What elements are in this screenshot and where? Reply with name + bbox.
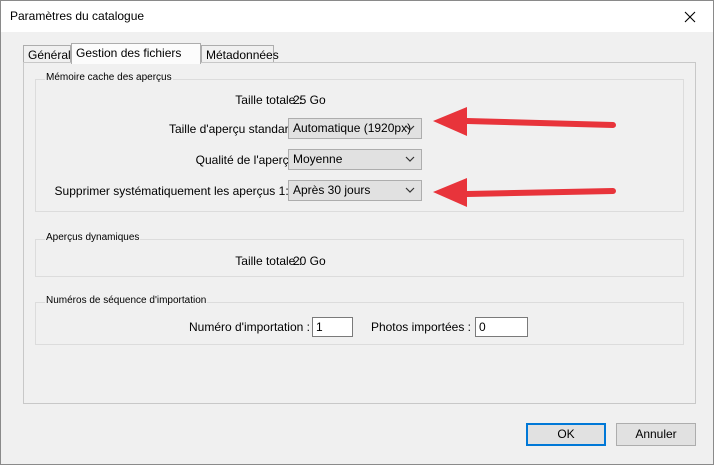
preview-quality-dropdown[interactable]: Moyenne (288, 149, 422, 170)
tab-metadata[interactable]: Métadonnées (201, 45, 279, 63)
preview-cache-legend: Mémoire cache des aperçus (45, 72, 173, 83)
annotation-arrow-icon (433, 107, 616, 136)
ok-button[interactable]: OK (526, 423, 606, 446)
window-title: Paramètres du catalogue (10, 9, 145, 23)
cancel-button[interactable]: Annuler (616, 423, 696, 446)
smart-previews-group: Aperçus dynamiques Taille totale : 20 Go (35, 232, 684, 277)
chevron-down-icon (405, 187, 415, 193)
standard-preview-size-value: Automatique (1920px) (293, 121, 412, 135)
standard-preview-size-label: Taille d'aperçu standard : (168, 122, 302, 136)
annotation-arrow-icon (433, 178, 616, 207)
preview-quality-value: Moyenne (293, 152, 343, 166)
discard-previews-label: Supprimer systématiquement les aperçus 1… (54, 184, 302, 198)
preview-quality-label: Qualité de l'aperçu : (195, 153, 302, 167)
import-number-label: Numéro d'importation : (188, 320, 310, 334)
import-sequence-group: Numéros de séquence d'importation Numéro… (35, 295, 684, 345)
import-sequence-legend: Numéros de séquence d'importation (45, 295, 208, 306)
standard-preview-size-dropdown[interactable]: Automatique (1920px) (288, 118, 422, 139)
smart-previews-total-size-value: 20 Go (293, 254, 326, 268)
close-button[interactable] (667, 1, 713, 32)
photos-imported-label: Photos importées : (370, 320, 471, 334)
discard-previews-value: Après 30 jours (293, 183, 371, 197)
smart-previews-total-size-label: Taille totale : (235, 254, 302, 268)
catalog-settings-dialog: Paramètres du catalogue Général Gestion … (0, 0, 714, 465)
discard-previews-dropdown[interactable]: Après 30 jours (288, 180, 422, 201)
tab-general[interactable]: Général (23, 45, 71, 63)
close-icon (684, 11, 696, 22)
title-bar: Paramètres du catalogue (1, 1, 713, 32)
smart-previews-legend: Aperçus dynamiques (45, 232, 141, 243)
chevron-down-icon (405, 125, 415, 131)
import-number-input[interactable]: 1 (312, 317, 353, 337)
preview-total-size-label: Taille totale : (235, 93, 302, 107)
tab-file-handling[interactable]: Gestion des fichiers (71, 43, 201, 64)
photos-imported-input[interactable]: 0 (475, 317, 528, 337)
chevron-down-icon (405, 156, 415, 162)
preview-total-size-value: 25 Go (293, 93, 326, 107)
